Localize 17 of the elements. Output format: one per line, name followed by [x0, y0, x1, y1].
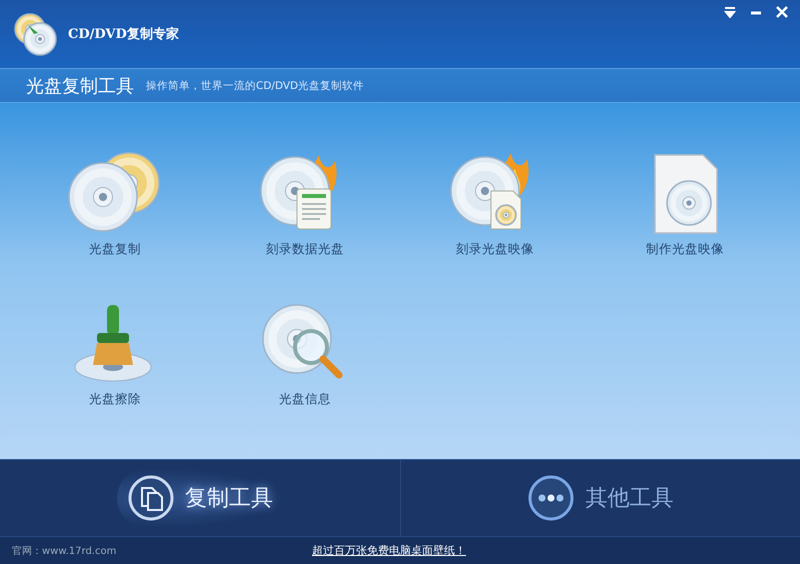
dropdown-icon[interactable]	[724, 6, 736, 18]
tab[interactable]: 其他工具	[517, 468, 684, 528]
tool-button[interactable]: 刻录光盘映像	[441, 149, 549, 260]
tool-button[interactable]: 制作光盘映像	[631, 149, 739, 260]
copy-icon	[126, 474, 175, 522]
window-title: CD/DVD复制专家	[68, 26, 179, 43]
wallpaper-link[interactable]: 超过百万张免费电脑桌面壁纸！	[312, 543, 466, 558]
tool-button[interactable]: 光盘擦除	[61, 299, 169, 410]
section-title: 光盘复制工具	[26, 74, 134, 98]
tool-button[interactable]: 光盘复制	[61, 149, 169, 260]
tool-button[interactable]: 刻录数据光盘	[251, 149, 359, 260]
close-icon[interactable]	[776, 6, 788, 18]
tool-button[interactable]: 光盘信息	[251, 299, 359, 410]
disc-logo-icon	[12, 10, 58, 57]
more-icon	[527, 474, 576, 522]
website-text: 官网：www.17rd.com	[12, 544, 118, 558]
section-subtitle: 操作简单，世界一流的CD/DVD光盘复制软件	[146, 78, 364, 92]
